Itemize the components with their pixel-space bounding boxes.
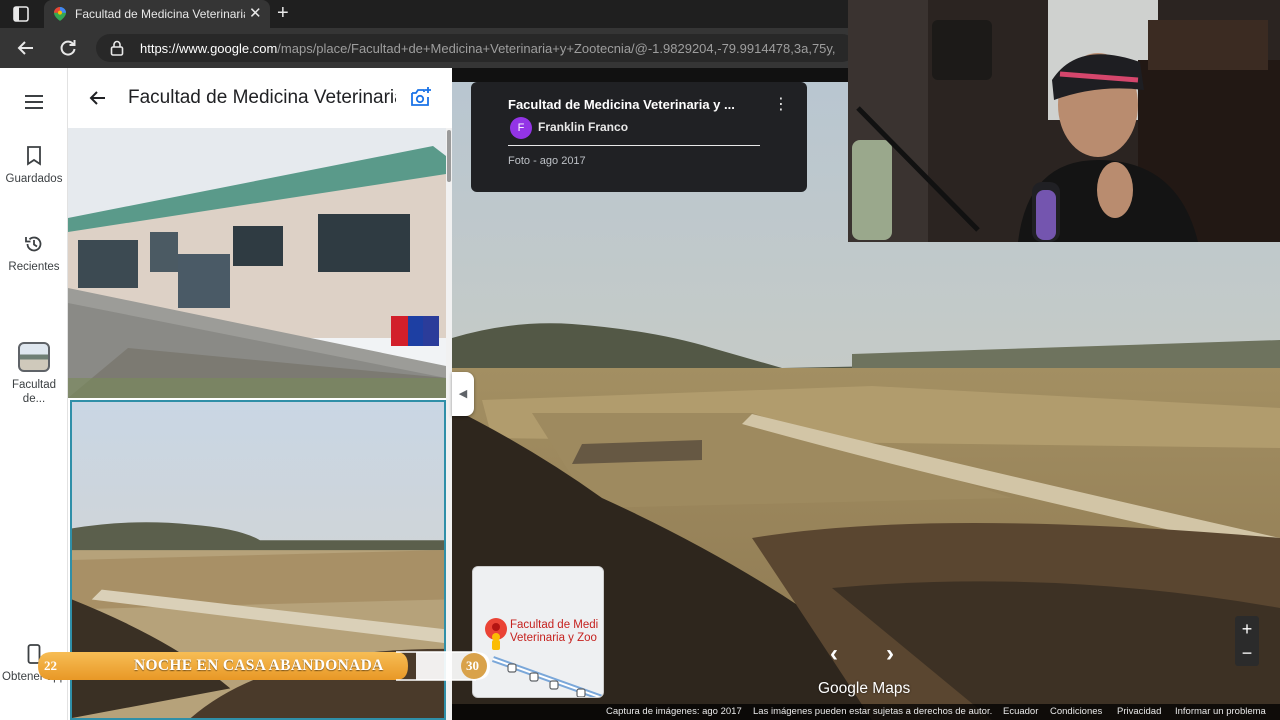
tab-search-icon[interactable]: [12, 5, 30, 23]
sidebar-item-label: Recientes: [8, 261, 60, 273]
webcam-feed: [848, 0, 1280, 242]
url-host: https://www.google.com: [140, 41, 278, 56]
back-arrow-icon[interactable]: [88, 88, 108, 108]
copyright-notice: Las imágenes pueden estar sujetas a dere…: [753, 706, 993, 717]
panel-title: Facultad de Medicina Veterinaria y Zoote…: [128, 87, 396, 108]
add-photo-icon[interactable]: [410, 86, 432, 108]
sidebar-item-label: Facultad de...: [11, 379, 57, 405]
banner-right-number: 30: [466, 658, 479, 673]
webcam-overlay: [848, 0, 1280, 242]
sidebar-item-recent[interactable]: Recientes: [0, 234, 68, 274]
photo-info-card: Facultad de Medicina Veterinaria y ... ⋮…: [471, 82, 807, 192]
zoom-in-icon[interactable]: +: [1235, 618, 1259, 640]
sidebar-item-saved[interactable]: Guardados: [0, 146, 68, 186]
tab-title: Facultad de Medicina Veterinaria y: [75, 7, 245, 21]
google-maps-favicon-icon: [54, 7, 66, 21]
capture-date: Captura de imágenes: ago 2017: [606, 706, 742, 717]
url-path: /maps/place/Facultad+de+Medicina+Veterin…: [277, 41, 836, 56]
google-maps-logo: Google Maps: [818, 680, 911, 697]
address-bar[interactable]: https://www.google.com/maps/place/Facult…: [96, 34, 856, 62]
minimap-label-line1: Facultad de Medi: [510, 619, 599, 631]
hamburger-menu-icon[interactable]: [25, 95, 43, 109]
photo-author-link[interactable]: Franklin Franco: [538, 120, 628, 134]
banner-title: NOCHE EN CASA ABANDONADA: [134, 657, 384, 674]
sidebar-item-place[interactable]: Facultad de...: [0, 342, 68, 406]
avatar[interactable]: F: [510, 117, 532, 139]
photo-date: Foto - ago 2017: [508, 155, 586, 167]
browser-tab[interactable]: Facultad de Medicina Veterinaria y ✕: [44, 0, 270, 28]
banner-left-number: 22: [44, 658, 57, 673]
place-photos-panel: Facultad de Medicina Veterinaria y Zoote…: [68, 68, 452, 720]
scrollbar-thumb[interactable]: [447, 130, 451, 182]
report-problem-link[interactable]: Informar un problema: [1175, 706, 1266, 717]
collapse-panel-button[interactable]: ◀: [452, 372, 474, 416]
privacy-link[interactable]: Privacidad: [1117, 706, 1161, 717]
street-view-top-bar: [452, 68, 848, 82]
next-photo-icon[interactable]: ›: [886, 642, 894, 666]
building-photo[interactable]: [68, 128, 446, 398]
panel-header: Facultad de Medicina Veterinaria y Zoote…: [68, 68, 452, 128]
minimap-label: Facultad de Medi Veterinaria y Zoo: [510, 619, 603, 645]
site-info-icon[interactable]: [110, 40, 124, 56]
map-footer: Captura de imágenes: ago 2017 Las imágen…: [452, 704, 1280, 720]
zoom-out-icon[interactable]: −: [1235, 642, 1259, 664]
new-tab-icon[interactable]: +: [277, 3, 289, 23]
minimap-label-line2: Veterinaria y Zoo: [510, 632, 597, 644]
history-icon: [25, 236, 42, 252]
maps-left-rail: Guardados Recientes Facultad de... Obten…: [0, 68, 68, 720]
place-thumbnail: [18, 342, 50, 372]
previous-photo-icon[interactable]: ‹: [830, 642, 838, 666]
reload-icon[interactable]: [58, 38, 78, 58]
country-label: Ecuador: [1003, 706, 1039, 717]
divider: [508, 145, 760, 146]
back-arrow-icon[interactable]: [16, 38, 36, 58]
terms-link[interactable]: Condiciones: [1050, 706, 1102, 717]
screen: Facultad de Medicina Veterinaria y ✕ + h…: [0, 0, 1280, 720]
bookmark-icon: [27, 146, 41, 166]
more-options-icon[interactable]: ⋮: [773, 96, 789, 114]
close-tab-icon[interactable]: ✕: [249, 5, 262, 23]
sidebar-item-label: Guardados: [5, 173, 63, 185]
photo-card-title: Facultad de Medicina Veterinaria y ...: [508, 97, 735, 112]
stream-title-banner: 22 NOCHE EN CASA ABANDONADA 30: [36, 650, 492, 682]
url-text[interactable]: https://www.google.com/maps/place/Facult…: [140, 41, 852, 56]
zoom-control: + −: [1235, 616, 1259, 666]
